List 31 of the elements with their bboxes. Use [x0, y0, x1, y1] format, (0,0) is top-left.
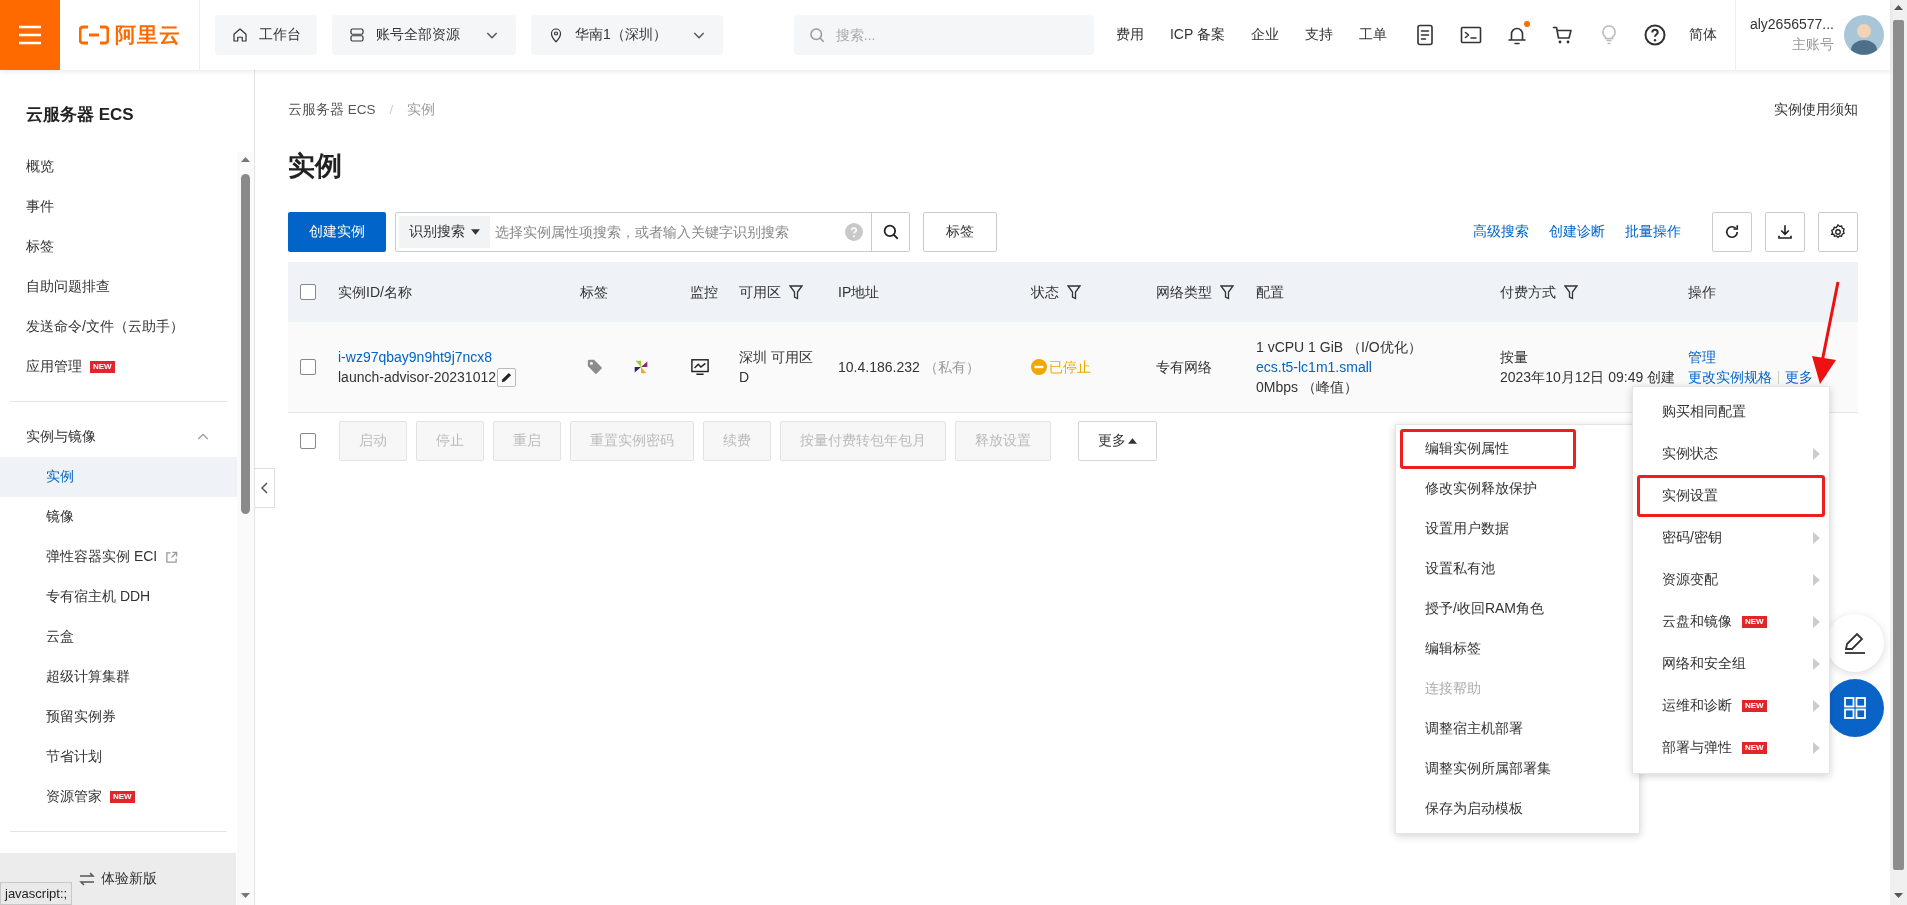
column-header: IP地址: [838, 283, 880, 302]
new-badge: NEW: [1742, 700, 1767, 712]
column-header: 操作: [1688, 283, 1716, 302]
billing-method: 按量: [1500, 348, 1528, 367]
new-badge: NEW: [1742, 742, 1767, 754]
new-badge: NEW: [110, 791, 135, 803]
ip-address: 10.4.186.232: [838, 358, 920, 377]
new-badge: NEW: [90, 361, 115, 373]
column-header: 监控: [690, 283, 718, 302]
ip-type: （私有）: [923, 358, 980, 377]
column-header: 网络类型: [1156, 283, 1212, 302]
column-header: 标签: [580, 283, 608, 302]
breadcrumb-separator: /: [389, 101, 394, 119]
status-tooltip: javascript:;: [0, 882, 73, 905]
network-type: 专有网络: [1156, 358, 1212, 377]
created-time: 2023年10月12日 09:49 创建: [1500, 368, 1677, 387]
column-header: 状态: [1031, 283, 1059, 302]
bandwidth-text: 0Mbps （峰值）: [1256, 378, 1358, 397]
column-header: 实例ID/名称: [338, 283, 412, 302]
new-badge: NEW: [1742, 616, 1767, 628]
account-role: 主账号: [1792, 36, 1834, 54]
column-header: 配置: [1256, 283, 1284, 302]
config-spec: 1 vCPU 1 GiB （I/O优化）: [1256, 338, 1422, 357]
sidebar-title: 云服务器 ECS: [25, 104, 135, 126]
instance-name: launch-advisor-20231012: [338, 368, 496, 387]
breadcrumb-current: 实例: [407, 101, 436, 119]
column-header: 可用区: [739, 283, 781, 302]
page-title: 实例: [288, 150, 343, 183]
zone-text: 深圳 可用区D: [739, 348, 814, 387]
status-text: 已停止: [1049, 358, 1091, 377]
column-header: 付费方式: [1500, 283, 1556, 302]
